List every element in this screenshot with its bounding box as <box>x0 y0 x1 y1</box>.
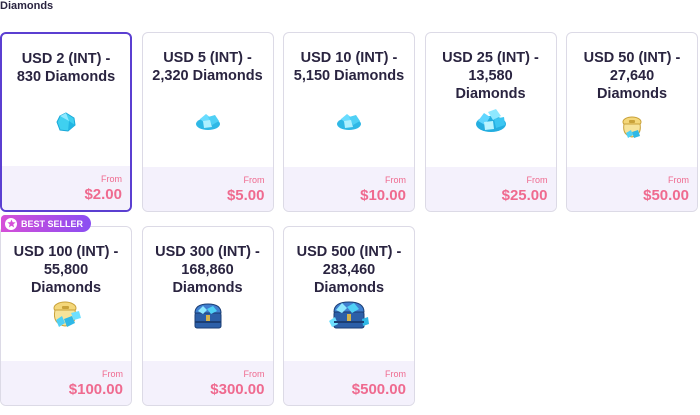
price: $25.00 <box>501 187 548 204</box>
section-title: Diamonds <box>0 0 54 12</box>
product-card-13580-diamonds[interactable]: USD 25 (INT) - 13,580 Diamonds From $25.… <box>424 32 557 212</box>
from-label: From <box>385 369 406 379</box>
price: $2.00 <box>84 186 122 203</box>
from-label: From <box>526 175 548 185</box>
price-area: From $5.00 <box>142 167 273 211</box>
from-label: From <box>668 175 689 185</box>
product-title: USD 300 (INT) - 168,860 Diamonds <box>155 244 260 296</box>
product-card-27640-diamonds[interactable]: USD 50 (INT) - 27,640 Diamonds From $50.… <box>566 32 698 212</box>
product-card-2320-diamonds[interactable]: USD 5 (INT) - 2,320 Diamonds From $5.00 <box>141 32 274 212</box>
from-label: From <box>385 175 406 185</box>
product-title: USD 2 (INT) - 830 Diamonds <box>16 51 116 85</box>
best-seller-badge: BEST SELLER <box>1 215 92 232</box>
product-title: USD 500 (INT) - 283,460 Diamonds <box>296 244 402 296</box>
diamond-bag-large-icon <box>53 301 81 327</box>
product-title: USD 100 (INT) - 55,800 Diamonds <box>13 244 119 296</box>
price: $100.00 <box>68 381 123 398</box>
price-area: From $25.00 <box>425 167 556 211</box>
product-title: USD 10 (INT) - 5,150 Diamonds <box>293 50 405 84</box>
product-title: USD 5 (INT) - 2,320 Diamonds <box>152 50 263 84</box>
price: $10.00 <box>360 187 406 204</box>
price: $50.00 <box>643 187 689 204</box>
product-title: USD 25 (INT) - 13,580 Diamonds <box>442 50 539 102</box>
product-grid: USD 2 (INT) - 830 Diamonds From $2.00 US… <box>0 32 698 406</box>
product-card-830-diamonds[interactable]: USD 2 (INT) - 830 Diamonds From $2.00 <box>0 32 132 212</box>
from-label: From <box>243 175 265 185</box>
product-card-168860-diamonds[interactable]: USD 300 (INT) - 168,860 Diamonds From $3… <box>141 226 274 406</box>
price-area: From $50.00 <box>567 167 697 211</box>
diamond-pile-icon <box>195 114 220 130</box>
product-title: USD 50 (INT) - 27,640 Diamonds <box>583 50 681 102</box>
star-icon <box>5 217 17 230</box>
price-area: From $2.00 <box>2 166 130 210</box>
diamond-chest-large-icon <box>329 301 369 329</box>
badge-label: BEST SELLER <box>21 218 84 229</box>
diamond-pile-icon <box>337 114 361 130</box>
diamond-bag-icon <box>622 116 642 138</box>
diamond-chest-icon <box>193 303 222 329</box>
from-label: From <box>243 369 265 379</box>
diamond-large-pile-icon <box>475 109 506 132</box>
from-label: From <box>101 174 122 184</box>
price-area: From $300.00 <box>142 361 273 405</box>
product-card-283460-diamonds[interactable]: USD 500 (INT) - 283,460 Diamonds From $5… <box>283 226 415 406</box>
diamond-small-icon <box>56 112 76 132</box>
price: $300.00 <box>210 381 265 398</box>
price-area: From $10.00 <box>284 167 414 211</box>
price-area: From $100.00 <box>1 361 131 405</box>
price: $500.00 <box>351 381 406 398</box>
product-card-5150-diamonds[interactable]: USD 10 (INT) - 5,150 Diamonds From $10.0… <box>283 32 415 212</box>
price: $5.00 <box>226 187 265 204</box>
price-area: From $500.00 <box>284 361 414 405</box>
product-card-55800-diamonds[interactable]: BEST SELLER USD 100 (INT) - 55,800 Diamo… <box>0 215 132 406</box>
from-label: From <box>102 369 123 379</box>
